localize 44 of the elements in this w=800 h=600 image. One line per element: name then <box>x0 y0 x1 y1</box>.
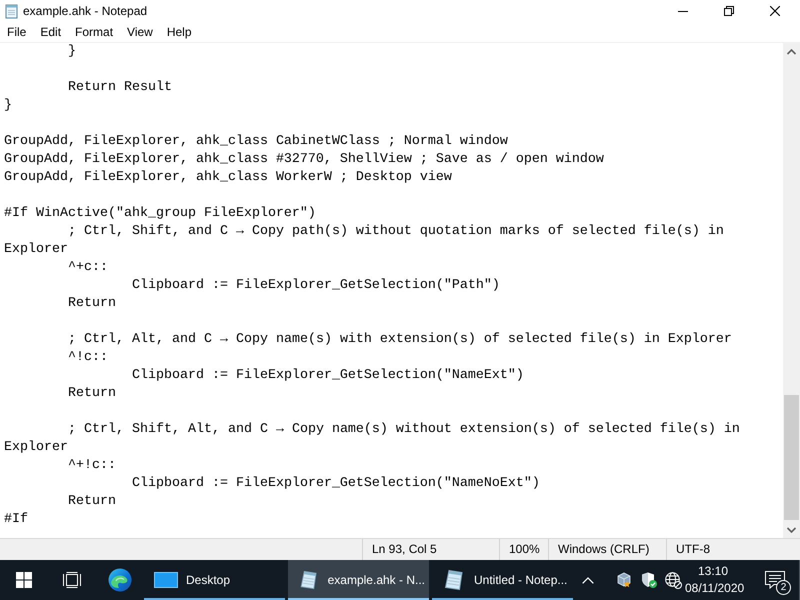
code-line: ^+!c:: <box>67 457 117 475</box>
globe-icon[interactable] <box>664 572 682 588</box>
menu-item[interactable]: Help <box>160 22 199 42</box>
code-line: GroupAdd, FileExplorer, ahk_class WorkerW ; Desktop view <box>4 169 453 187</box>
code-line: #If <box>4 511 29 529</box>
code-line: ^+c:: <box>67 259 109 277</box>
code-line: #If WinActive("ahk_group FileExplorer") <box>4 205 317 223</box>
task-view-icon[interactable] <box>63 572 81 588</box>
code-line: ; Ctrl, Shift, and C → Copy path(s) without quotation marks of selected file(s) in Explorer <box>4 223 725 259</box>
code-line: ; Ctrl, Shift, Alt, and C → Copy name(s) without extension(s) of selected file(s) in Explorer <box>4 421 741 457</box>
desktop-icon <box>154 571 178 589</box>
code-line: Clipboard := FileExplorer_GetSelection("NameNoExt") <box>130 475 541 493</box>
code-line: ^!c:: <box>67 349 109 367</box>
code-line: GroupAdd, FileExplorer, ahk_class CabinetWClass ; Normal window <box>4 133 509 151</box>
code-line: } <box>67 43 77 61</box>
minimize-icon[interactable] <box>678 10 688 12</box>
code-line: Return <box>67 385 117 403</box>
code-line: Return <box>67 493 117 511</box>
taskbar-button[interactable]: Untitled - Notep... <box>432 560 573 600</box>
code-line: Clipboard := FileExplorer_GetSelection("NameExt") <box>130 367 525 385</box>
taskbar-button[interactable]: example.ahk - N... <box>288 560 429 600</box>
taskbar-button[interactable]: Desktop <box>144 560 285 600</box>
chevron-down-icon[interactable] <box>787 526 796 532</box>
code-line: GroupAdd, FileExplorer, ahk_class #32770, ShellView ; Save as / open window <box>4 151 605 169</box>
code-line: Clipboard := FileExplorer_GetSelection("Path") <box>130 277 501 295</box>
notification-count: 2 <box>776 580 791 595</box>
menu-item[interactable]: File <box>0 22 34 42</box>
restore-icon[interactable] <box>724 6 734 16</box>
menu-item[interactable]: View <box>120 22 160 42</box>
code-line: Return <box>67 295 117 313</box>
menu-item[interactable]: Edit <box>33 22 68 42</box>
close-icon[interactable] <box>770 6 780 16</box>
shield-icon[interactable] <box>641 572 657 588</box>
notepad-icon <box>4 3 19 19</box>
start-icon[interactable] <box>16 572 32 588</box>
code-line: ; Ctrl, Alt, and C → Copy name(s) with extension(s) of selected file(s) in Explorer <box>67 331 733 349</box>
notification-icon[interactable] <box>765 571 785 589</box>
scrollbar-thumb[interactable] <box>784 395 799 520</box>
window-title: example.ahk - Notepad <box>23 4 148 18</box>
code-line: } <box>4 97 13 115</box>
code-line: Return Result <box>67 79 173 97</box>
browser-icon[interactable] <box>108 568 132 592</box>
package-icon[interactable] <box>616 572 632 588</box>
menu-item[interactable]: Format <box>68 22 120 42</box>
